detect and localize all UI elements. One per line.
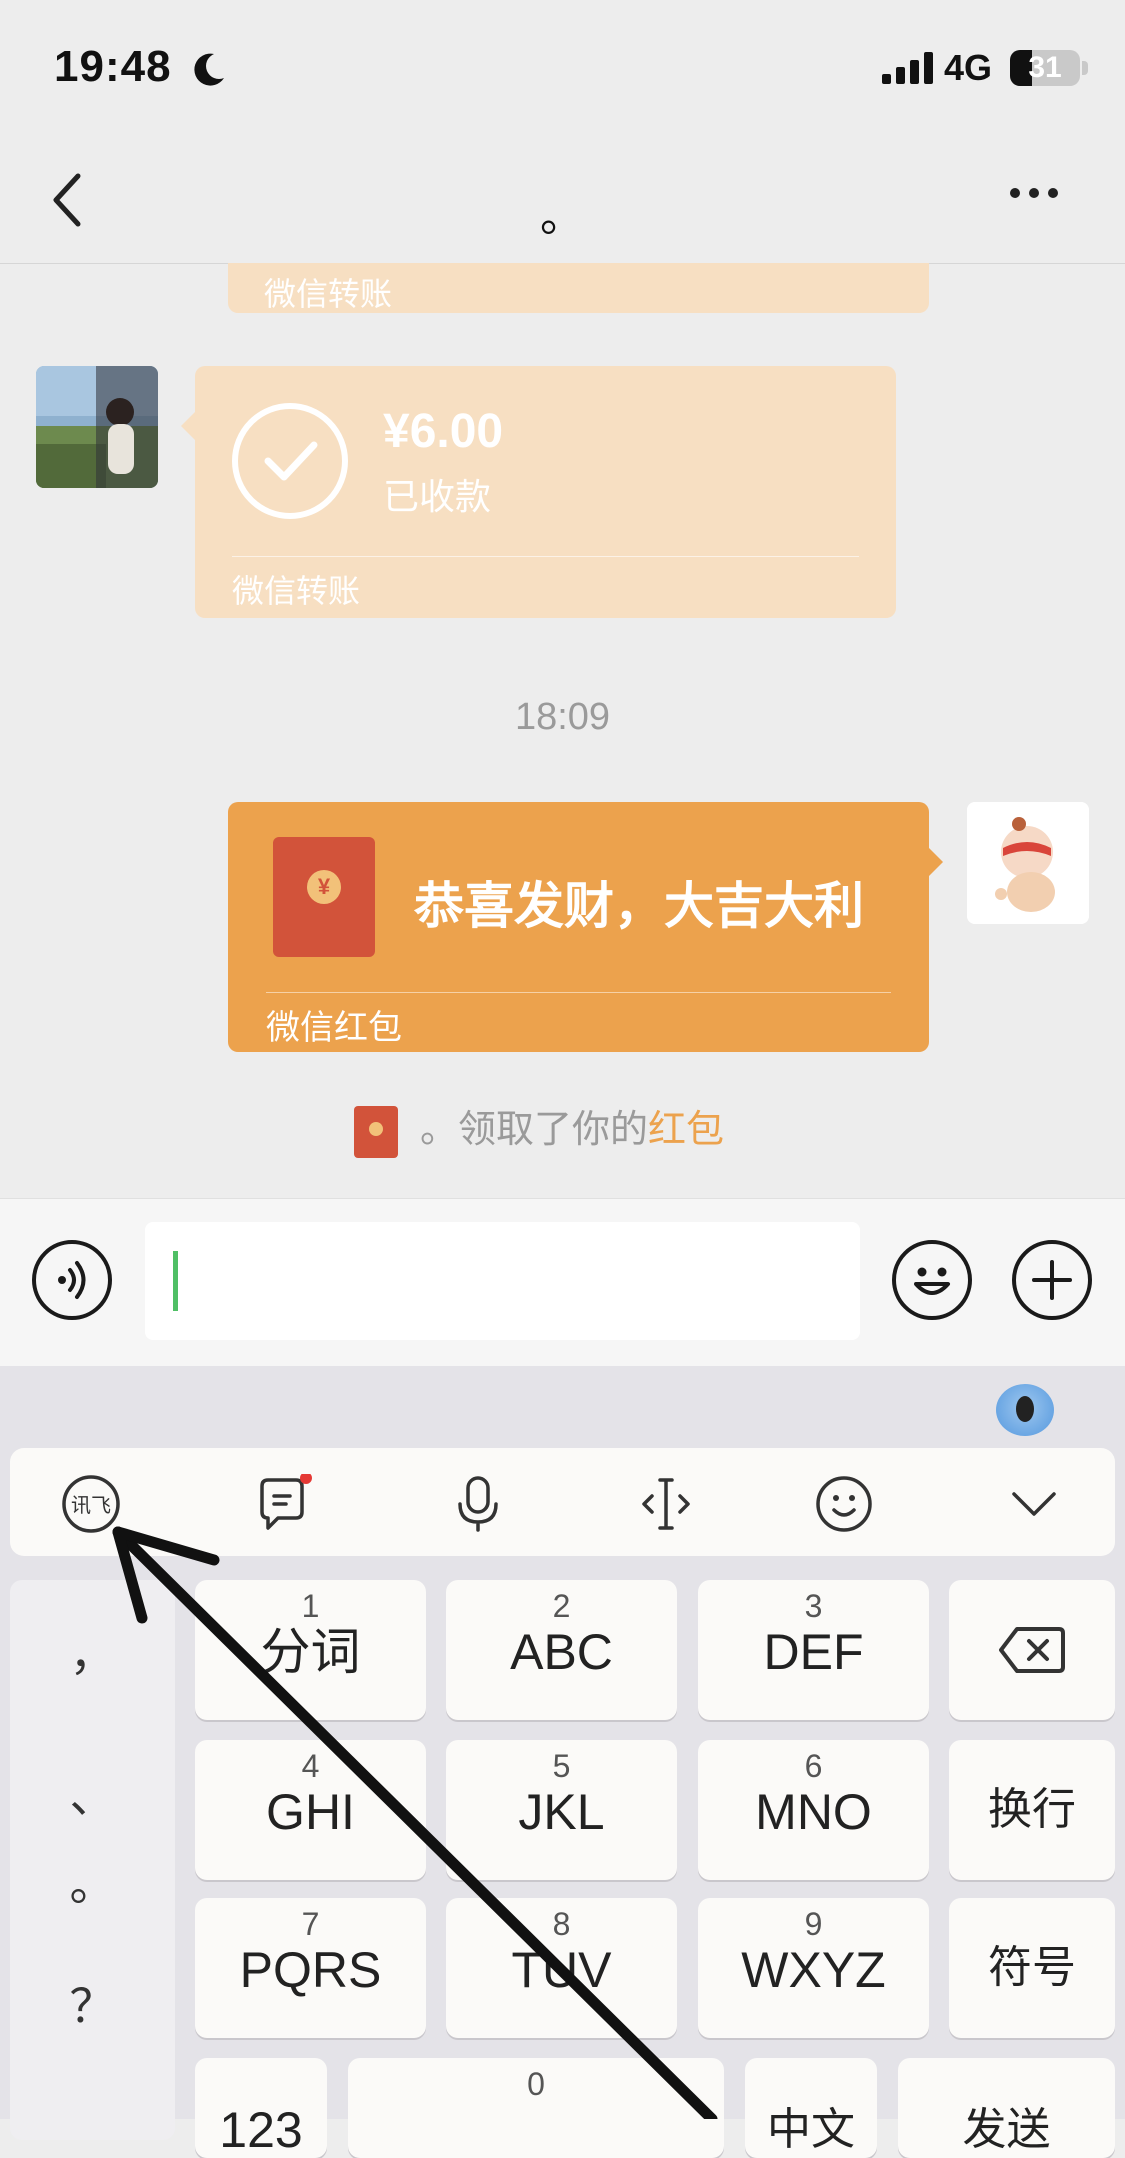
battery-icon: 31 xyxy=(1010,50,1080,86)
red-packet-bubble[interactable]: ¥ 恭喜发财，大吉大利 微信红包 xyxy=(228,802,943,1052)
send-key[interactable]: 发送 xyxy=(898,2058,1115,2158)
key-5[interactable]: 5 JKL xyxy=(446,1740,677,1880)
punctuation-column[interactable]: ， 、 。 ？ xyxy=(10,1580,175,2140)
ime-logo-icon[interactable]: 讯飞 xyxy=(61,1474,121,1534)
transfer-label: 微信转账 xyxy=(232,573,361,609)
check-icon xyxy=(232,403,348,519)
space-key[interactable]: 0 xyxy=(348,2058,724,2158)
system-message-text: 。领取了你的 xyxy=(420,1109,649,1151)
transfer-label: 微信转账 xyxy=(264,276,393,312)
punct-period[interactable]: 。 xyxy=(10,1848,175,1914)
text-caret xyxy=(173,1251,178,1311)
system-message: 。领取了你的红包 xyxy=(354,1098,724,1158)
key-8[interactable]: 8 TUV xyxy=(446,1898,677,2038)
microphone-icon[interactable] xyxy=(448,1474,508,1534)
svg-text:讯飞: 讯飞 xyxy=(71,1493,111,1517)
avatar-cartoon xyxy=(967,802,1089,924)
punct-comma[interactable]: ， xyxy=(10,1618,175,1684)
moon-icon xyxy=(194,53,224,86)
more-functions-button[interactable] xyxy=(1012,1240,1092,1320)
transfer-bubble-partial[interactable]: 微信转账 xyxy=(228,263,929,313)
voice-input-button[interactable] xyxy=(32,1240,112,1320)
red-packet-wish: 恭喜发财，大吉大利 xyxy=(414,878,864,934)
newline-key[interactable]: 换行 xyxy=(949,1740,1115,1880)
plus-icon xyxy=(1032,1260,1072,1300)
transfer-amount: ¥6.00 xyxy=(383,405,504,458)
battery-tip xyxy=(1082,61,1088,75)
smiley-icon xyxy=(914,1267,950,1295)
collapse-keyboard-icon[interactable] xyxy=(1004,1474,1064,1534)
emoji-panel-icon[interactable] xyxy=(814,1474,874,1534)
language-switch-key[interactable]: 中文 xyxy=(745,2058,877,2158)
avatar-photo xyxy=(36,366,158,488)
signal-icon xyxy=(882,52,933,84)
my-avatar[interactable] xyxy=(967,802,1089,924)
status-time: 19:48 xyxy=(54,42,172,91)
message-timestamp: 18:09 xyxy=(514,696,611,738)
key-3[interactable]: 3 DEF xyxy=(698,1580,929,1720)
backspace-key[interactable] xyxy=(949,1580,1115,1720)
back-arrow-icon[interactable] xyxy=(48,170,88,230)
clipboard-message-icon[interactable] xyxy=(252,1474,312,1534)
red-envelope-mini-icon xyxy=(354,1105,398,1158)
ai-assistant-icon[interactable] xyxy=(996,1384,1054,1436)
punct-question[interactable]: ？ xyxy=(10,1970,175,2036)
contact-avatar[interactable] xyxy=(36,366,158,488)
cursor-move-icon[interactable] xyxy=(636,1474,696,1534)
key-9[interactable]: 9 WXYZ xyxy=(698,1898,929,2038)
key-7[interactable]: 7 PQRS xyxy=(195,1898,426,2038)
battery-level: 31 xyxy=(1028,51,1062,84)
symbols-key[interactable]: 符号 xyxy=(949,1898,1115,2038)
key-1[interactable]: 1 分词 xyxy=(195,1580,426,1720)
more-options-icon[interactable] xyxy=(1010,185,1067,203)
message-input[interactable] xyxy=(145,1222,860,1340)
key-2[interactable]: 2 ABC xyxy=(446,1580,677,1720)
key-4[interactable]: 4 GHI xyxy=(195,1740,426,1880)
chat-title: 。 xyxy=(540,192,584,241)
backspace-icon xyxy=(999,1627,1065,1673)
transfer-bubble[interactable]: ¥6.00 已收款 微信转账 xyxy=(181,366,896,618)
punct-enum-comma[interactable]: 、 xyxy=(10,1760,175,1826)
numbers-key[interactable]: 123 xyxy=(195,2058,327,2158)
red-packet-link[interactable]: 红包 xyxy=(648,1109,724,1151)
red-envelope-icon: ¥ xyxy=(273,837,375,957)
voice-icon xyxy=(58,1261,86,1299)
key-6[interactable]: 6 MNO xyxy=(698,1740,929,1880)
transfer-status: 已收款 xyxy=(383,476,492,517)
keyboard-toolbar: 讯飞 xyxy=(10,1448,1115,1556)
emoji-button[interactable] xyxy=(892,1240,972,1320)
red-packet-label: 微信红包 xyxy=(266,1009,402,1047)
network-type: 4G xyxy=(944,47,993,88)
